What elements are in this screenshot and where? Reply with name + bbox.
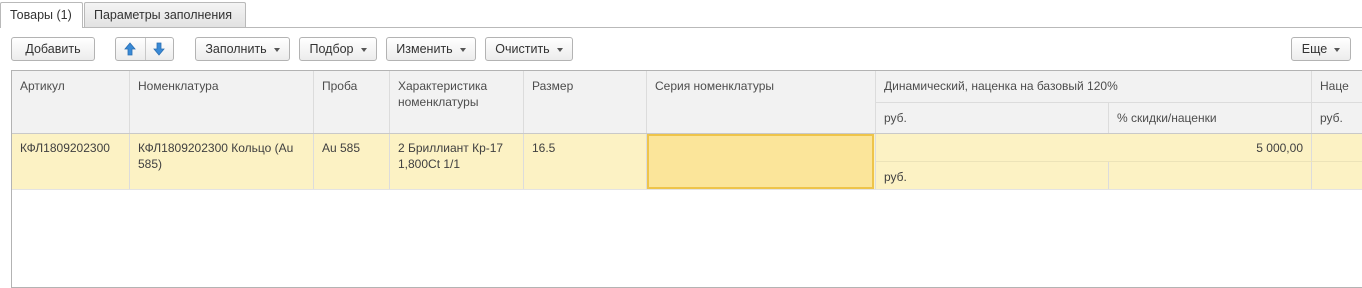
- column-header-probe[interactable]: Проба: [314, 71, 389, 133]
- chevron-down-icon: [273, 47, 280, 52]
- tab-bar: Товары (1) Параметры заполнения: [0, 0, 1362, 28]
- fill-button[interactable]: Заполнить: [195, 37, 290, 61]
- grid-line: [12, 189, 1362, 190]
- cell-characteristic[interactable]: 2 Бриллиант Кр-17 1,800Ct 1/1: [390, 133, 523, 189]
- change-button-label: Изменить: [396, 42, 453, 56]
- column-header-series[interactable]: Серия номенклатуры: [647, 71, 875, 133]
- more-button-label: Еще: [1301, 42, 1328, 56]
- tab-fill-parameters[interactable]: Параметры заполнения: [84, 2, 246, 27]
- chevron-down-icon: [556, 47, 563, 52]
- clear-button-label: Очистить: [495, 42, 550, 56]
- chevron-down-icon: [1334, 47, 1341, 52]
- series-cell-selected[interactable]: [647, 134, 874, 189]
- cell-size[interactable]: 16.5: [524, 133, 646, 189]
- grid-line: [646, 71, 647, 189]
- add-button[interactable]: Добавить: [11, 37, 95, 61]
- move-buttons-separator: [145, 38, 146, 60]
- select-button[interactable]: Подбор: [299, 37, 377, 61]
- grid-line: [1108, 162, 1109, 189]
- column-header-dynamic[interactable]: Динамический, наценка на базовый 120%: [876, 71, 1311, 102]
- grid-line: [523, 71, 524, 189]
- cell-probe[interactable]: Au 585: [314, 133, 389, 189]
- move-buttons-group: [115, 37, 174, 61]
- grid-line: [1311, 71, 1312, 189]
- arrow-up-icon[interactable]: [122, 41, 138, 57]
- cell-nomenclature[interactable]: КФЛ1809202300 Кольцо (Au 585): [130, 133, 313, 189]
- column-header-characteristic[interactable]: Характеристика номенклатуры: [390, 71, 523, 133]
- clear-button[interactable]: Очистить: [485, 37, 573, 61]
- column-header-dynamic-rub[interactable]: руб.: [876, 103, 1108, 133]
- arrow-down-icon[interactable]: [151, 41, 167, 57]
- grid-line: [1108, 102, 1109, 133]
- add-button-label: Добавить: [25, 42, 81, 56]
- column-header-size[interactable]: Размер: [524, 71, 646, 133]
- column-header-next[interactable]: Наце: [1312, 71, 1362, 102]
- grid-line: [876, 102, 1362, 103]
- grid-line: [389, 71, 390, 189]
- grid-line: [876, 161, 1362, 162]
- column-header-article[interactable]: Артикул: [12, 71, 129, 133]
- change-button[interactable]: Изменить: [386, 37, 476, 61]
- more-button[interactable]: Еще: [1291, 37, 1351, 61]
- products-table: Артикул Номенклатура Проба Характеристик…: [11, 70, 1362, 288]
- column-header-dynamic-discount[interactable]: % скидки/наценки: [1109, 103, 1311, 133]
- cell-article[interactable]: КФЛ1809202300: [12, 133, 129, 189]
- grid-line: [12, 133, 1362, 134]
- cell-dynamic-currency[interactable]: руб.: [876, 162, 1108, 189]
- fill-button-label: Заполнить: [205, 42, 267, 56]
- select-button-label: Подбор: [309, 42, 354, 56]
- column-header-nomenclature[interactable]: Номенклатура: [130, 71, 313, 133]
- chevron-down-icon: [360, 47, 367, 52]
- tab-bar-divider: [0, 27, 1362, 28]
- grid-line: [875, 71, 876, 189]
- tab-products[interactable]: Товары (1): [0, 2, 83, 28]
- grid-line: [129, 71, 130, 189]
- chevron-down-icon: [459, 47, 466, 52]
- cell-dynamic-price[interactable]: 5 000,00: [876, 133, 1311, 161]
- grid-line: [313, 71, 314, 189]
- column-header-next-rub[interactable]: руб.: [1312, 103, 1362, 133]
